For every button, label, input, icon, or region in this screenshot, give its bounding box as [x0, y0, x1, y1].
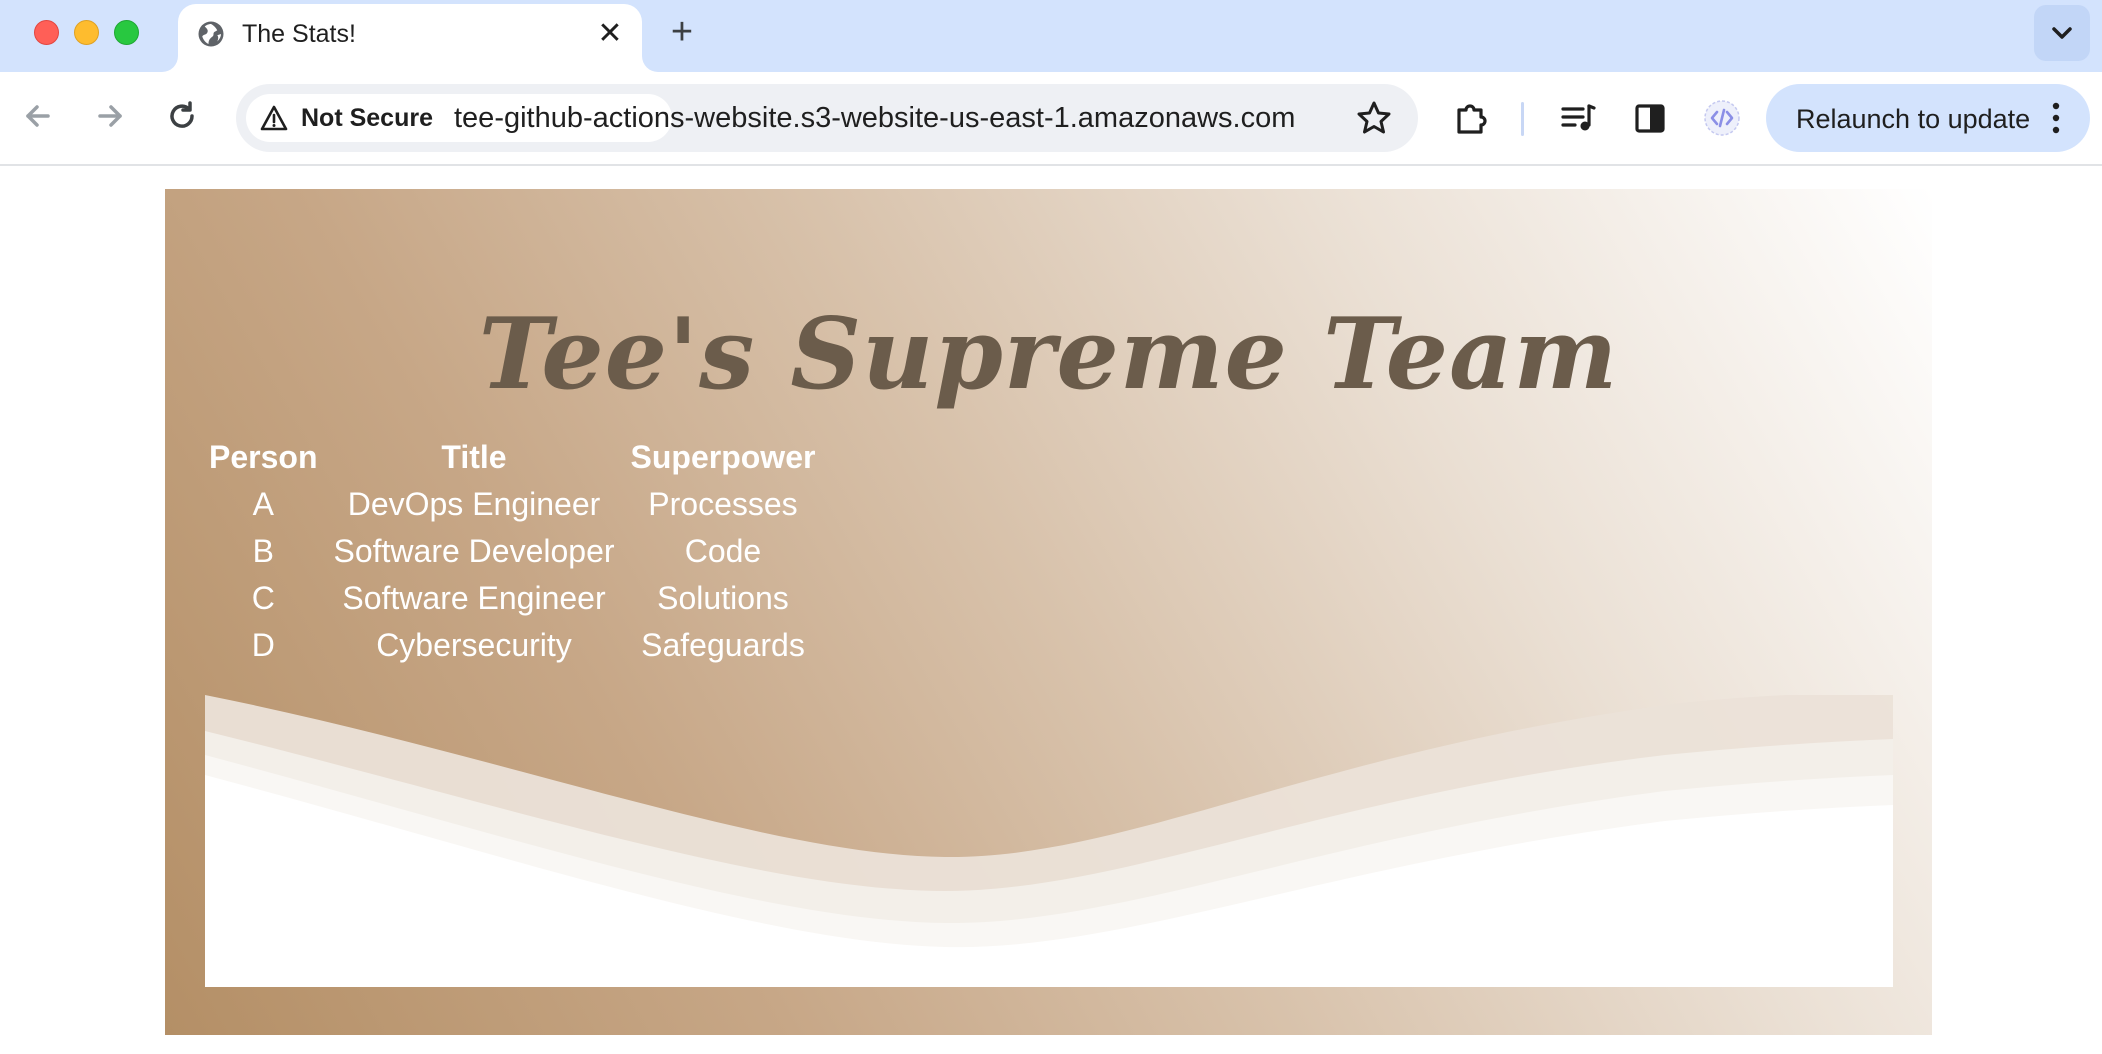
- tab-strip: The Stats! ✕ +: [0, 0, 2102, 72]
- tab-close-icon[interactable]: ✕: [594, 18, 626, 50]
- zoom-window-button[interactable]: [114, 20, 139, 45]
- toolbar-divider: [1521, 102, 1524, 136]
- table-row: B Software Developer Code: [201, 528, 823, 575]
- column-header: Superpower: [630, 439, 816, 475]
- chevron-down-icon: [2052, 27, 2072, 39]
- arrow-left-icon[interactable]: [18, 96, 58, 136]
- relaunch-button[interactable]: Relaunch to update: [1766, 84, 2090, 152]
- new-tab-button[interactable]: +: [662, 12, 702, 52]
- browser-toolbar: Not Secure tee-github-actions-website.s3…: [0, 72, 2102, 166]
- side-panel-icon[interactable]: [1630, 98, 1670, 138]
- table-cell: Safeguards: [641, 627, 805, 663]
- star-icon[interactable]: [1354, 98, 1394, 138]
- tab-search-button[interactable]: [2034, 5, 2090, 61]
- column-header: Title: [441, 439, 507, 475]
- close-window-button[interactable]: [34, 20, 59, 45]
- table-cell: Cybersecurity: [376, 627, 572, 663]
- relaunch-label: Relaunch to update: [1796, 104, 2031, 134]
- page-title: Tee's Supreme Team: [478, 297, 1619, 412]
- column-header: Person: [209, 439, 318, 475]
- globe-icon: [198, 21, 224, 47]
- tab-title: The Stats!: [242, 20, 356, 48]
- url-text[interactable]: tee-github-actions-website.s3-website-us…: [454, 102, 1295, 135]
- table-row: D Cybersecurity Safeguards: [201, 622, 823, 669]
- minimize-window-button[interactable]: [74, 20, 99, 45]
- warning-triangle-icon: [260, 105, 288, 131]
- table-cell: Code: [684, 533, 762, 569]
- table-cell: Solutions: [657, 580, 789, 616]
- table-cell: D: [251, 627, 275, 663]
- puzzle-icon[interactable]: [1451, 98, 1491, 138]
- team-table: Person Title Superpower A DevOps Enginee…: [201, 434, 823, 669]
- table-cell: Software Developer: [333, 533, 615, 569]
- web-page: Tee's Supreme Team Person Title Superpow…: [0, 166, 2102, 1054]
- table-cell: Software Engineer: [342, 580, 606, 616]
- address-bar[interactable]: Not Secure tee-github-actions-website.s3…: [236, 84, 1418, 152]
- table-cell: DevOps Engineer: [347, 486, 601, 522]
- hero-banner: Tee's Supreme Team Person Title Superpow…: [165, 189, 1932, 1035]
- table-cell: B: [252, 533, 274, 569]
- reload-icon[interactable]: [162, 96, 202, 136]
- table-row: C Software Engineer Solutions: [201, 575, 823, 622]
- media-queue-icon[interactable]: [1558, 98, 1598, 138]
- table-header-row: Person Title Superpower: [201, 434, 823, 481]
- table-cell: A: [252, 486, 274, 522]
- table-cell: Processes: [648, 486, 798, 522]
- table-cell: C: [251, 580, 275, 616]
- security-label: Not Secure: [301, 104, 433, 132]
- kebab-menu-icon[interactable]: [2050, 100, 2062, 136]
- active-tab[interactable]: The Stats! ✕: [178, 4, 642, 72]
- arrow-right-icon[interactable]: [90, 96, 130, 136]
- wave-decoration: [205, 695, 1893, 987]
- table-row: A DevOps Engineer Processes: [201, 481, 823, 528]
- code-icon[interactable]: [1702, 98, 1742, 138]
